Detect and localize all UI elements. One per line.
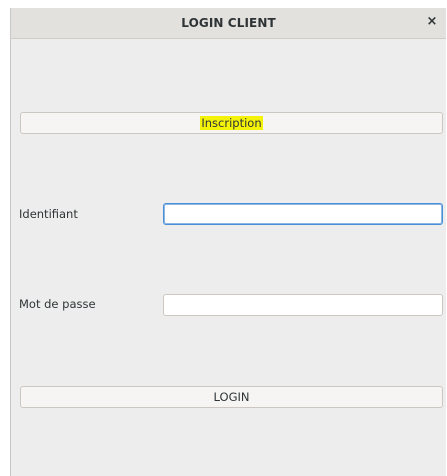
identifiant-field[interactable] xyxy=(163,203,443,225)
close-icon[interactable]: × xyxy=(424,14,440,30)
inscription-button[interactable]: Inscription xyxy=(20,112,443,134)
password-field[interactable] xyxy=(163,294,443,316)
titlebar: LOGIN CLIENT × xyxy=(11,8,446,39)
login-client-window: LOGIN CLIENT × Inscription Identifiant M… xyxy=(10,8,446,476)
identifiant-label: Identifiant xyxy=(19,207,78,221)
window-title: LOGIN CLIENT xyxy=(181,16,276,30)
password-label: Mot de passe xyxy=(19,297,96,311)
login-button[interactable]: LOGIN xyxy=(20,386,443,408)
inscription-button-label: Inscription xyxy=(200,116,263,130)
